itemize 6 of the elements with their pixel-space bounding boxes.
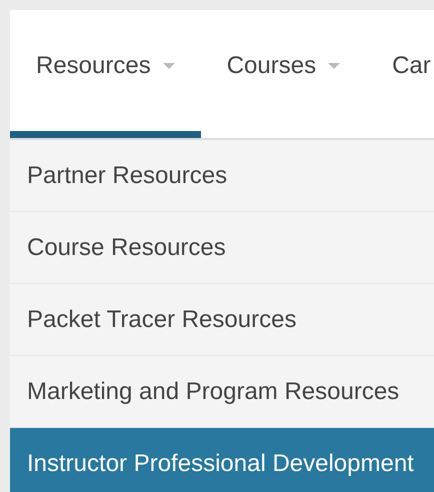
menu-item[interactable]: Course Resources xyxy=(10,212,434,284)
menu-item[interactable]: Packet Tracer Resources xyxy=(10,284,434,356)
nav-tab[interactable]: Courses xyxy=(200,10,366,138)
menu-item[interactable]: Instructor Professional Development xyxy=(10,428,434,492)
menu-item[interactable]: Partner Resources xyxy=(10,140,434,212)
nav-tab[interactable]: Car xyxy=(366,10,434,138)
